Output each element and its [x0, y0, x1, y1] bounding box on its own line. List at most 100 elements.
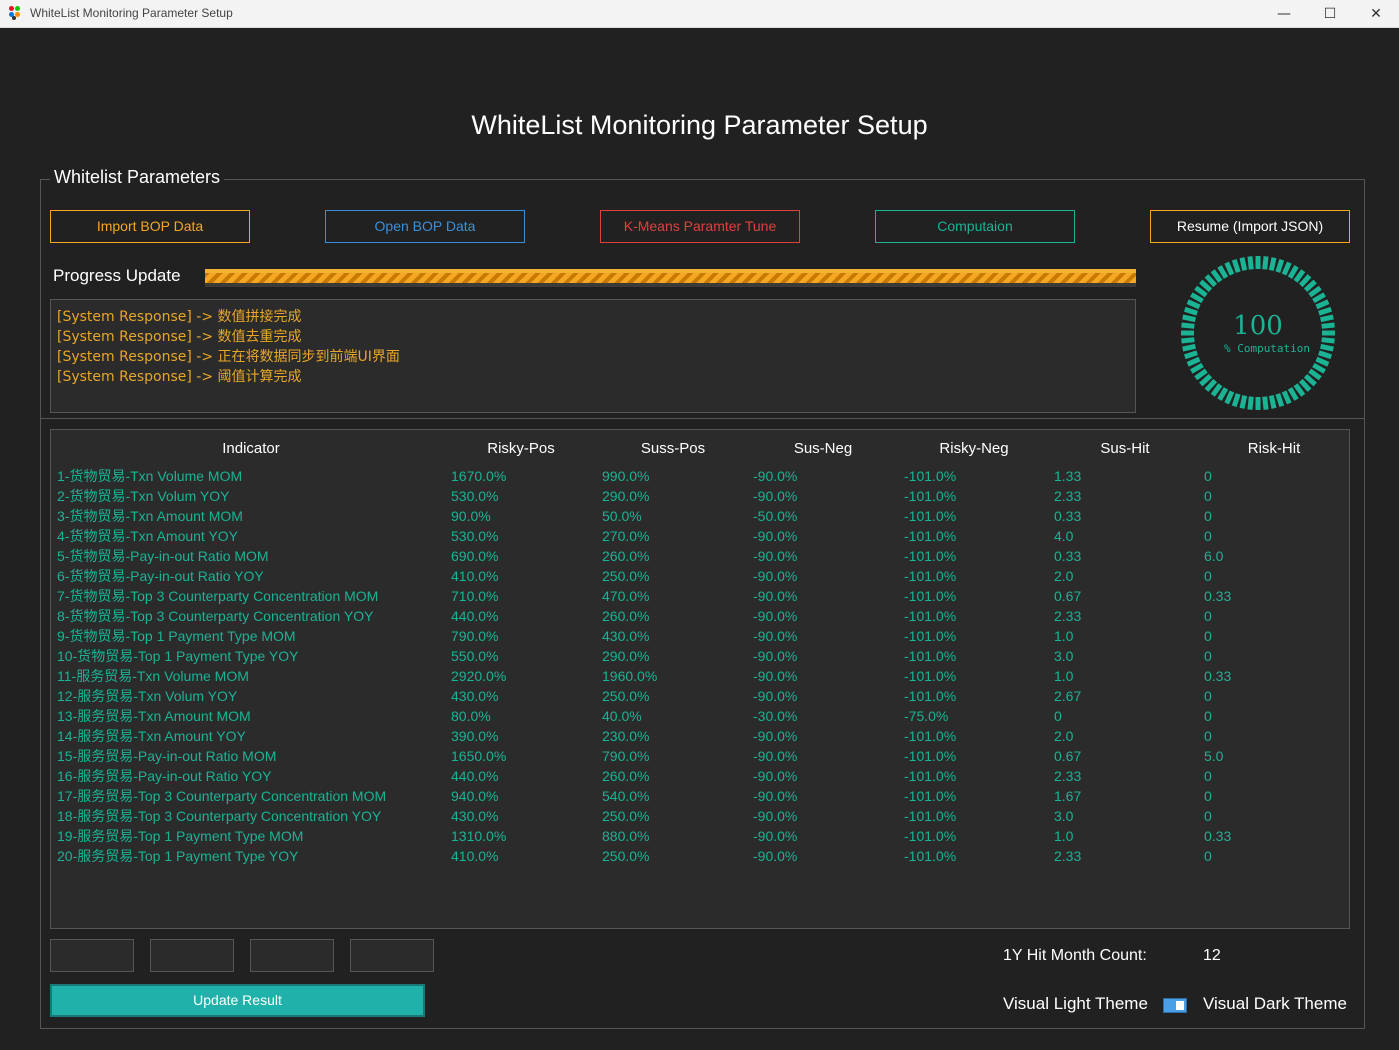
table-cell: 470.0% [602, 588, 650, 604]
table-row: 5-货物贸易-Pay-in-out Ratio MOM 690.0% 260.0% -… [51, 546, 1349, 566]
table-row: 10-货物贸易-Top 1 Payment Type YOY 550.0% 290.… [51, 646, 1349, 666]
table-cell: -101.0% [904, 528, 957, 544]
table-cell: 1310.0% [451, 828, 507, 844]
gauge-tick [1239, 257, 1248, 271]
hit-month-label: 1Y Hit Month Count: [1003, 947, 1147, 964]
table-cell: -90.0% [753, 848, 798, 864]
import-bop-data-button[interactable]: Import BOP Data [50, 210, 250, 243]
table-cell: -90.0% [753, 548, 798, 564]
table-row: 17-服务贸易-Top 3 Counterparty Concentration… [51, 786, 1349, 806]
table-cell: 0 [1204, 468, 1212, 484]
table-cell: 260.0% [602, 608, 650, 624]
computation-gauge: 100 % Computation [1180, 255, 1336, 411]
gauge-label: % Computation [1223, 342, 1311, 355]
table-cell: 6-货物贸易-Pay-in-out Ratio YOY [57, 568, 264, 584]
table-cell: 0.67 [1054, 748, 1082, 764]
table-cell: 80.0% [451, 708, 491, 724]
gauge-tick [1186, 356, 1201, 367]
gauge-tick [1298, 274, 1312, 288]
divider [41, 418, 1364, 419]
table-cell: 4-货物贸易-Txn Amount YOY [57, 528, 239, 544]
table-cell: 1.0 [1054, 828, 1074, 844]
table-cell: 0 [1054, 708, 1062, 724]
window-titlebar: WhiteList Monitoring Parameter Setup — ☐… [0, 0, 1399, 28]
gauge-tick [1224, 261, 1235, 276]
table-cell: 1650.0% [451, 748, 507, 764]
table-row: 2-货物贸易-Txn Volum YOY 530.0% 290.0% -90.0% -1… [51, 486, 1349, 506]
table-cell: 2920.0% [451, 668, 507, 684]
table-row: 15-服务贸易-Pay-in-out Ratio MOM 1650.0% 790.0… [51, 746, 1349, 766]
table-cell: -75.0% [904, 708, 949, 724]
table-cell: 0.33 [1054, 508, 1082, 524]
table-row: 20-服务贸易-Top 1 Payment Type YOY 410.0% 250.… [51, 846, 1349, 866]
table-row: 19-服务贸易-Top 1 Payment Type MOM 1310.0% 880… [51, 826, 1349, 846]
table-cell: 13-服务贸易-Txn Amount MOM [57, 708, 251, 724]
theme-toggle[interactable] [1163, 998, 1187, 1013]
table-cell: 430.0% [451, 808, 499, 824]
gauge-tick [1315, 356, 1330, 367]
table-cell: 0 [1204, 528, 1212, 544]
close-button[interactable]: ✕ [1353, 0, 1399, 28]
table-cell: 18-服务贸易-Top 3 Counterparty Concentration… [57, 808, 382, 824]
table-cell: 0 [1204, 608, 1212, 624]
gauge-tick [1247, 256, 1254, 270]
gauge-tick [1298, 378, 1312, 392]
table-cell: -101.0% [904, 748, 957, 764]
table-cell: 2.33 [1054, 768, 1082, 784]
table-cell: 16-服务贸易-Pay-in-out Ratio YOY [57, 768, 272, 784]
param-input-4[interactable] [350, 939, 434, 972]
table-cell: -101.0% [904, 788, 957, 804]
gauge-tick [1190, 292, 1204, 304]
table-cell: 0.33 [1204, 668, 1232, 684]
table-cell: 250.0% [602, 568, 650, 584]
table-cell: 430.0% [451, 688, 499, 704]
log-line: [System Response] -> 数值去重完成 [57, 329, 302, 345]
table-cell: 3.0 [1054, 808, 1074, 824]
gauge-tick [1268, 395, 1277, 409]
gauge-tick [1199, 373, 1213, 387]
table-cell: -90.0% [753, 808, 798, 824]
table-cell: 7-货物贸易-Top 3 Counterparty Concentration … [57, 588, 379, 604]
kmeans-tune-button[interactable]: K-Means Paramter Tune [600, 210, 800, 243]
gauge-tick [1287, 387, 1299, 401]
gauge-tick [1190, 362, 1204, 374]
header-risk-hit: Risk-Hit [1247, 440, 1301, 457]
table-cell: 19-服务贸易-Top 1 Payment Type MOM [57, 828, 304, 844]
maximize-button[interactable]: ☐ [1307, 0, 1353, 28]
table-cell: -90.0% [753, 608, 798, 624]
results-table: Indicator Risky-Pos Suss-Pos Sus-Neg Ris… [50, 429, 1350, 929]
param-input-2[interactable] [150, 939, 234, 972]
gauge-tick [1204, 274, 1218, 288]
gauge-tick [1281, 390, 1292, 405]
header-risky-pos: Risky-Pos [487, 440, 555, 457]
gauge-tick [1204, 378, 1218, 392]
table-cell: 250.0% [602, 808, 650, 824]
table-cell: 1.0 [1054, 628, 1074, 644]
gauge-value: 100 [1233, 311, 1283, 341]
minimize-button[interactable]: — [1261, 0, 1307, 28]
header-risky-neg: Risky-Neg [939, 440, 1009, 457]
computation-button[interactable]: Computaion [875, 210, 1075, 243]
table-cell: 270.0% [602, 528, 650, 544]
table-cell: 0 [1204, 768, 1212, 784]
table-cell: -101.0% [904, 668, 957, 684]
table-cell: 17-服务贸易-Top 3 Counterparty Concentration… [57, 788, 387, 804]
table-cell: 290.0% [602, 488, 650, 504]
progress-bar [205, 269, 1136, 287]
table-cell: 250.0% [602, 688, 650, 704]
param-input-3[interactable] [250, 939, 334, 972]
open-bop-data-button[interactable]: Open BOP Data [325, 210, 525, 243]
resume-import-json-button[interactable]: Resume (Import JSON) [1150, 210, 1350, 243]
table-cell: 1-货物贸易-Txn Volume MOM [57, 468, 243, 484]
log-line: [System Response] -> 正在将数据同步到前端UI界面 [57, 349, 400, 365]
table-cell: -101.0% [904, 468, 957, 484]
system-log: [System Response] -> 数值拼接完成 [System Resp… [50, 299, 1136, 413]
gauge-tick [1210, 383, 1223, 397]
gauge-tick [1262, 396, 1269, 410]
table-cell: 0 [1204, 568, 1212, 584]
table-cell: 0 [1204, 508, 1212, 524]
param-input-1[interactable] [50, 939, 134, 972]
gauge-tick [1194, 368, 1208, 381]
table-cell: -101.0% [904, 488, 957, 504]
update-result-button[interactable]: Update Result [50, 984, 425, 1017]
